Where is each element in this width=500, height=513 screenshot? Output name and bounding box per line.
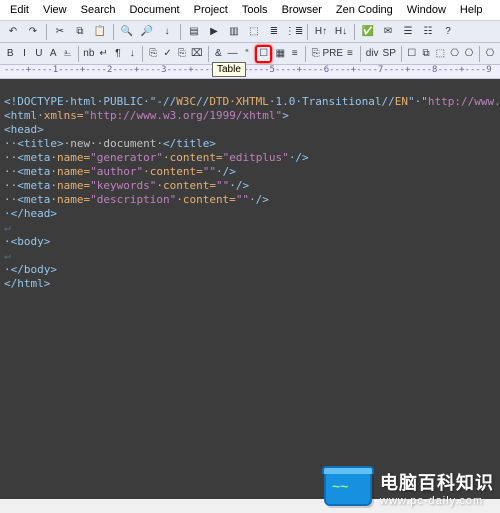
separator [180,24,181,40]
toolbar-button[interactable]: ✉ [379,23,397,41]
separator [208,46,209,62]
toolbar-button[interactable]: ⧉ [420,45,432,63]
menu-zen-coding[interactable]: Zen Coding [330,2,399,18]
toolbar-button[interactable]: ↓ [126,45,138,63]
separator [354,24,355,40]
toolbar-button[interactable]: ↶ [4,23,22,41]
toolbar-button[interactable]: ≣ [265,23,283,41]
toolbar-button[interactable]: ⎔ [449,45,461,63]
toolbar-button[interactable]: ⎘ [309,45,321,63]
menu-help[interactable]: Help [454,2,489,18]
toolbar-row-1: ↶↷ ✂⧉📋 🔍🔎↓ ▤▶▥⬚≣⋮≣ H↑H↓ ✅✉☰☷? [0,21,500,43]
toolbar-button[interactable]: ⎁ [61,45,73,63]
toolbar-button[interactable]: ▶ [205,23,223,41]
toolbar-button[interactable]: ? [439,23,457,41]
toolbar-button[interactable]: “ [241,45,253,63]
toolbar-button[interactable]: H↑ [312,23,330,41]
toolbar-button[interactable]: ↷ [24,23,42,41]
menu-bar: EditViewSearchDocumentProjectToolsBrowse… [0,0,500,21]
toolbar-button[interactable]: ☷ [419,23,437,41]
watermark-text: 电脑百科知识 www.pc-daily.com [380,469,494,507]
toolbar-button[interactable]: ☐ [406,45,418,63]
toolbar-button[interactable]: ✓ [161,45,173,63]
toolbar-button[interactable]: nb [82,45,95,63]
toolbar-button[interactable]: ≡ [344,45,356,63]
toolbar-button[interactable]: ⎔ [484,45,496,63]
toolbar-button[interactable]: U [33,45,45,63]
code-text: <!DOCTYPE·html·PUBLIC·"-// [4,95,176,108]
separator [142,46,143,62]
toolbar-button[interactable]: ☰ [399,23,417,41]
menu-project[interactable]: Project [188,2,234,18]
table-button[interactable]: ☐ [255,45,272,63]
toolbar-button[interactable]: ⎔ [463,45,475,63]
toolbar-button[interactable]: 🔍 [118,23,136,41]
toolbar-button[interactable]: ↵ [97,45,109,63]
menu-view[interactable]: View [37,2,73,18]
toolbar-button[interactable]: ¶ [112,45,124,63]
toolbar-button[interactable]: ✅ [359,23,377,41]
toolbar-button[interactable]: ⌧ [190,45,204,63]
tooltip-table: Table [212,62,246,77]
menu-window[interactable]: Window [401,2,452,18]
watermark-icon [324,470,372,506]
toolbar-button[interactable]: ⎘ [176,45,188,63]
separator [401,46,402,62]
toolbar-button[interactable]: ▦ [274,45,286,63]
toolbar-button[interactable]: 🔎 [138,23,156,41]
separator [78,46,79,62]
toolbar-button[interactable]: 📋 [91,23,109,41]
toolbar-button[interactable]: PRE [324,45,342,63]
separator [46,24,47,40]
column-ruler: ----+----1----+----2----+----3----+----4… [0,65,500,79]
toolbar-button[interactable]: ⬚ [434,45,446,63]
toolbar-button[interactable]: ⬚ [245,23,263,41]
toolbar-button[interactable]: ▥ [225,23,243,41]
separator [479,46,480,62]
toolbar-button[interactable]: ≡ [288,45,300,63]
toolbar-row-2: BIUA⎁nb↵¶↓⎘✓⎘⌧&—“☐▦≡⎘PRE≡divSP☐⧉⬚⎔⎔⎔ [0,43,500,65]
toolbar-button[interactable]: A [47,45,59,63]
menu-edit[interactable]: Edit [4,2,35,18]
toolbar-button[interactable]: ↓ [158,23,176,41]
toolbar-button[interactable]: ⎘ [147,45,159,63]
separator [305,46,306,62]
toolbar-button[interactable]: I [18,45,30,63]
menu-browser[interactable]: Browser [276,2,328,18]
toolbar-button[interactable]: ⋮≣ [285,23,303,41]
separator [360,46,361,62]
menu-document[interactable]: Document [123,2,185,18]
toolbar-button[interactable]: B [4,45,16,63]
code-editor[interactable]: <!DOCTYPE·html·PUBLIC·"-//W3C//DTD·XHTML… [0,79,500,499]
separator [307,24,308,40]
menu-tools[interactable]: Tools [236,2,274,18]
toolbar-button[interactable]: — [227,45,239,63]
toolbar-button[interactable]: ⧉ [71,23,89,41]
toolbar-button[interactable]: & [212,45,224,63]
menu-search[interactable]: Search [75,2,122,18]
toolbar-button[interactable]: SP [382,45,397,63]
watermark: 电脑百科知识 www.pc-daily.com [324,469,494,507]
toolbar-button[interactable]: H↓ [332,23,350,41]
toolbar-button[interactable]: ✂ [51,23,69,41]
toolbar-button[interactable]: ▤ [185,23,203,41]
separator [113,24,114,40]
toolbar-button[interactable]: div [365,45,380,63]
